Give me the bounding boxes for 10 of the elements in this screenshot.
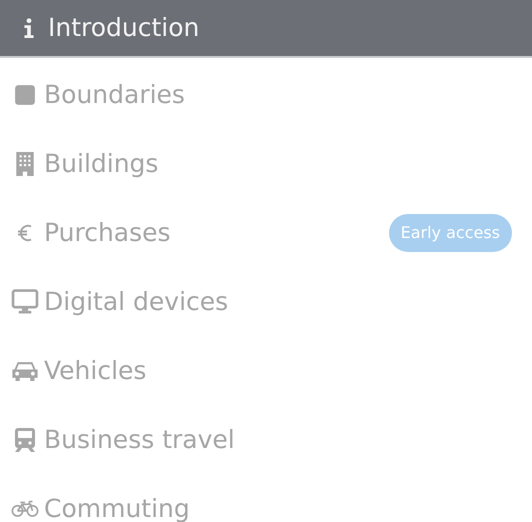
bicycle-icon bbox=[11, 500, 39, 518]
early-access-badge: Early access bbox=[388, 214, 512, 252]
train-icon bbox=[15, 428, 35, 452]
car-icon bbox=[11, 360, 39, 381]
building-icon bbox=[16, 152, 34, 176]
monitor-icon bbox=[11, 289, 39, 314]
square-icon bbox=[14, 84, 36, 106]
menu-item[interactable]: Introduction bbox=[0, 0, 532, 58]
euro-icon bbox=[17, 222, 33, 242]
info-icon bbox=[23, 18, 35, 38]
